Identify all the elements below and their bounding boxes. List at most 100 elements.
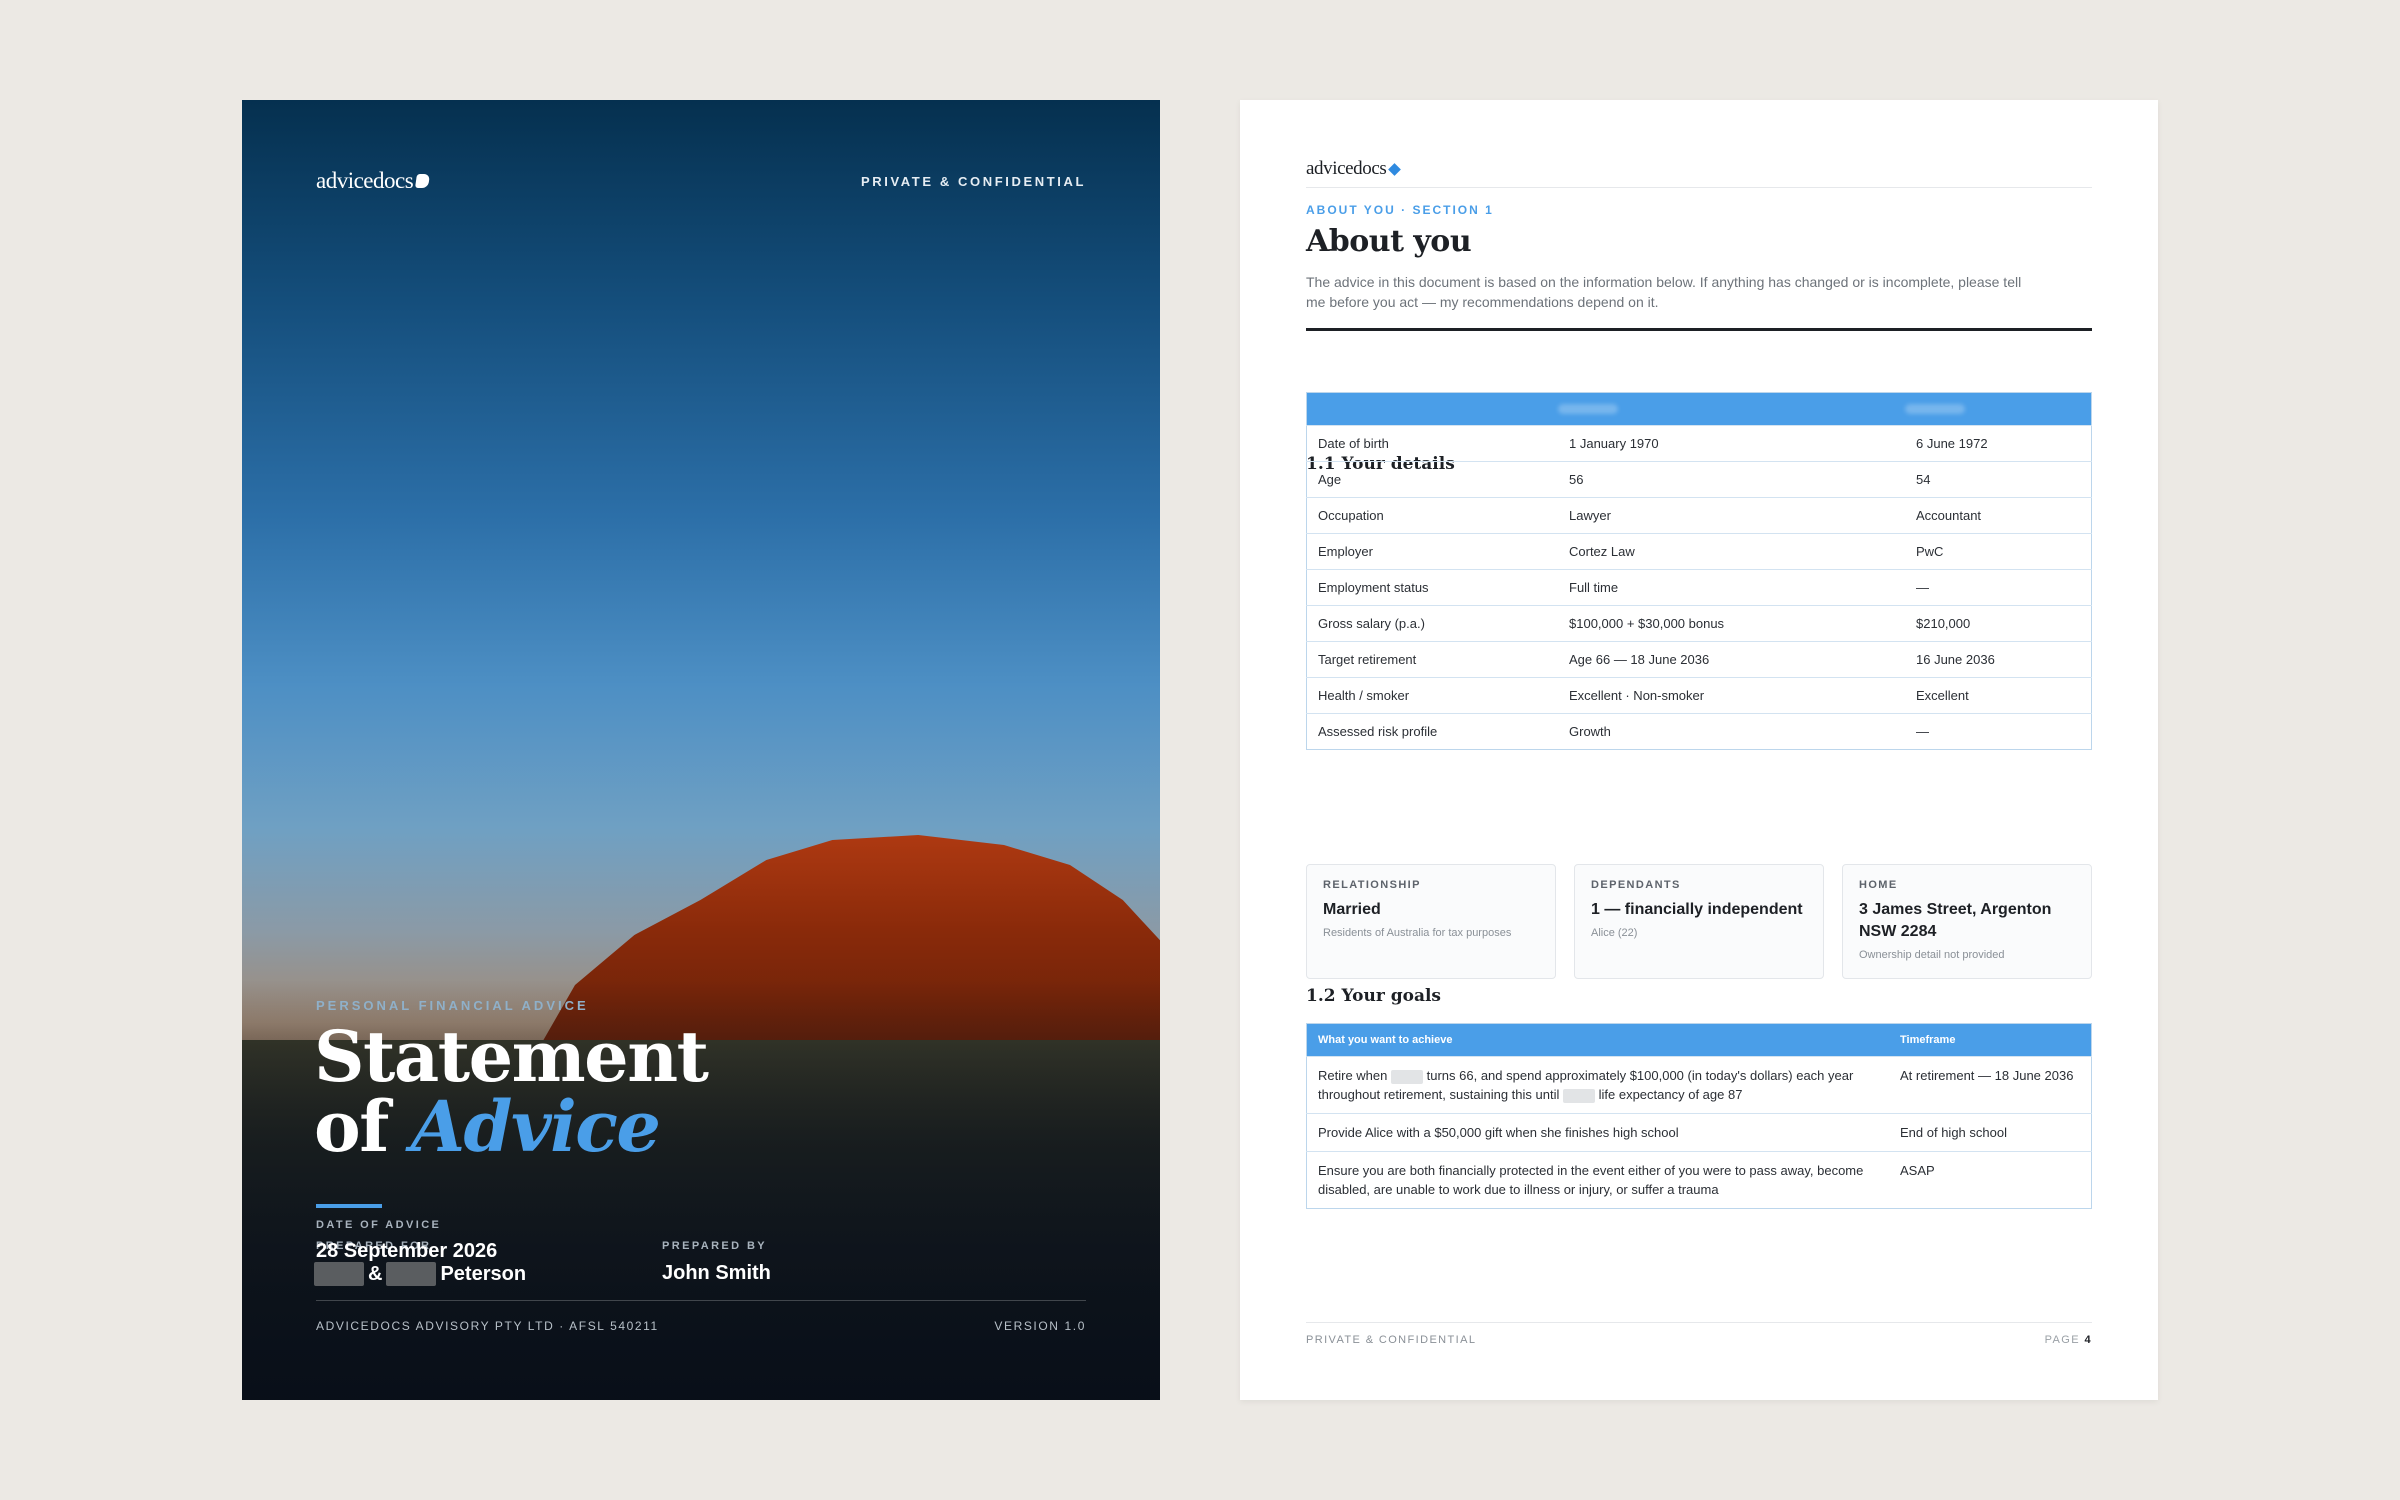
cover-title-accent: Advice [410, 1085, 661, 1168]
goals-header-goal: What you want to achieve [1306, 1023, 1889, 1057]
goals-header-timeframe: Timeframe [1889, 1023, 2092, 1057]
goal-text: Ensure you are both financially protecte… [1306, 1151, 1889, 1209]
redacted-name [1562, 1088, 1595, 1103]
goal-text-part: Retire when [1318, 1068, 1388, 1083]
footer-confidential: PRIVATE & CONFIDENTIAL [1306, 1334, 1477, 1346]
cover-confidential-label: PRIVATE & CONFIDENTIAL [861, 174, 1086, 189]
goal-timeframe: At retirement — 18 June 2036 [1889, 1056, 2092, 1114]
redacted-name [1391, 1069, 1423, 1084]
cover-title-line1: Statement [314, 1015, 709, 1098]
row-value-client1: Full time [1558, 569, 1905, 606]
goal-text-part: life expectancy of age 87 [1598, 1087, 1743, 1102]
row-value-client1: 1 January 1970 [1558, 425, 1905, 462]
cover-title-of: of [314, 1085, 389, 1168]
card-label: DEPENDANTS [1591, 879, 1681, 891]
prepared-by-label: PREPARED BY [662, 1240, 768, 1252]
relationship-card: RELATIONSHIP Married Residents of Austra… [1306, 864, 1556, 979]
prepared-for-surname: Peterson [440, 1262, 527, 1285]
row-value-client2: $210,000 [1905, 605, 2092, 642]
prepared-by-value: John Smith [662, 1262, 771, 1284]
card-label: HOME [1859, 879, 1898, 891]
row-label: Employer [1306, 533, 1558, 570]
summary-cards: RELATIONSHIP Married Residents of Austra… [1306, 864, 2092, 979]
row-value-client1: Lawyer [1558, 497, 1905, 534]
table-row: Health / smoker Excellent · Non-smoker E… [1306, 677, 2092, 714]
row-value-client1: Cortez Law [1558, 533, 1905, 570]
table-row: Ensure you are both financially protecte… [1306, 1151, 2092, 1209]
table-row: Target retirement Age 66 — 18 June 2036 … [1306, 641, 2092, 678]
redacted-name-2 [386, 1262, 437, 1286]
card-subtext: Ownership detail not provided [1859, 949, 2005, 961]
row-value-client1: 56 [1558, 461, 1905, 498]
card-subtext: Residents of Australia for tax purposes [1323, 927, 1512, 939]
card-subtext: Alice (22) [1591, 927, 1638, 939]
goals-header-row: What you want to achieve Timeframe [1306, 1023, 2092, 1057]
section-label: ABOUT YOU · SECTION 1 [1306, 203, 1494, 217]
card-label: RELATIONSHIP [1323, 879, 1421, 891]
table-row: Occupation Lawyer Accountant [1306, 497, 2092, 534]
prepared-for-value: & Peterson [314, 1262, 526, 1286]
details-header-client2 [1905, 392, 2092, 426]
details-header-client1 [1558, 392, 1905, 426]
details-table: Date of birth 1 January 1970 6 June 1972… [1306, 392, 2092, 750]
footer-page-label: PAGE [2044, 1334, 2080, 1346]
row-value-client2: — [1905, 569, 2092, 606]
goals-table: What you want to achieve Timeframe Retir… [1306, 1023, 2092, 1209]
row-value-client1: Age 66 — 18 June 2036 [1558, 641, 1905, 678]
table-row: Employment status Full time — [1306, 569, 2092, 606]
cover-logo: advicedocs [316, 168, 431, 194]
logo-mark-icon [415, 174, 431, 188]
row-value-client2: — [1905, 713, 2092, 750]
table-row: Provide Alice with a $50,000 gift when s… [1306, 1113, 2092, 1152]
row-value-client2: 16 June 2036 [1905, 641, 2092, 678]
redacted-header-name [1558, 403, 1618, 414]
intro-text: The advice in this document is based on … [1306, 274, 2022, 310]
table-row: Employer Cortez Law PwC [1306, 533, 2092, 570]
row-label: Date of birth [1306, 425, 1558, 462]
table-row: Retire when turns 66, and spend approxim… [1306, 1056, 2092, 1114]
redacted-name-1 [314, 1262, 364, 1286]
row-label: Target retirement [1306, 641, 1558, 678]
home-card: HOME 3 James Street, Argenton NSW 2284 O… [1842, 864, 2092, 979]
row-value-client1: $100,000 + $30,000 bonus [1558, 605, 1905, 642]
card-value: Married [1323, 901, 1381, 918]
table-row: Assessed risk profile Growth — [1306, 713, 2092, 750]
prepared-for-label: PREPARED FOR [316, 1240, 432, 1252]
cover-title-line2: of Advice [314, 1092, 707, 1162]
row-value-client2: PwC [1905, 533, 2092, 570]
row-value-client2: Excellent [1905, 677, 2092, 714]
row-label: Age [1306, 461, 1558, 498]
footer-page-number: PAGE 4 [2045, 1334, 2092, 1346]
footer-rule [1306, 1322, 2092, 1323]
cover-accent-rule [316, 1204, 382, 1208]
logo-diamond-icon [1388, 162, 1402, 176]
row-value-client1: Excellent · Non-smoker [1558, 677, 1905, 714]
row-value-client2: Accountant [1905, 497, 2092, 534]
table-row: Age 56 54 [1306, 461, 2092, 498]
table-row: Date of birth 1 January 1970 6 June 1972 [1306, 425, 2092, 462]
goals-heading: 1.2 Your goals [1306, 986, 1441, 1006]
page-logo-text: advicedocs [1306, 158, 1387, 179]
cover-kicker: PERSONAL FINANCIAL ADVICE [316, 998, 589, 1013]
row-label: Assessed risk profile [1306, 713, 1558, 750]
details-header-empty [1306, 392, 1558, 426]
row-value-client2: 54 [1905, 461, 2092, 498]
page-logo: advicedocs [1306, 158, 1402, 180]
page-title: About you [1306, 224, 1472, 259]
card-value: 3 James Street, Argenton NSW 2284 [1859, 901, 2052, 940]
row-label: Occupation [1306, 497, 1558, 534]
row-value-client2: 6 June 1972 [1905, 425, 2092, 462]
details-header-row [1306, 392, 2092, 426]
row-label: Health / smoker [1306, 677, 1558, 714]
footer-page-num: 4 [2084, 1334, 2092, 1346]
cover-title: Statement of Advice [314, 1015, 709, 1162]
cover-logo-text: advicedocs [316, 168, 414, 193]
card-value: 1 — financially independent [1591, 901, 1803, 918]
goal-timeframe: End of high school [1889, 1113, 2092, 1152]
dependants-card: DEPENDANTS 1 — financially independent A… [1574, 864, 1824, 979]
goal-timeframe: ASAP [1889, 1151, 2092, 1209]
prepared-for-amp: & [368, 1262, 383, 1285]
cover-page: advicedocs PRIVATE & CONFIDENTIAL PERSON… [242, 100, 1160, 1400]
table-row: Gross salary (p.a.) $100,000 + $30,000 b… [1306, 605, 2092, 642]
goal-text: Retire when turns 66, and spend approxim… [1306, 1056, 1889, 1114]
